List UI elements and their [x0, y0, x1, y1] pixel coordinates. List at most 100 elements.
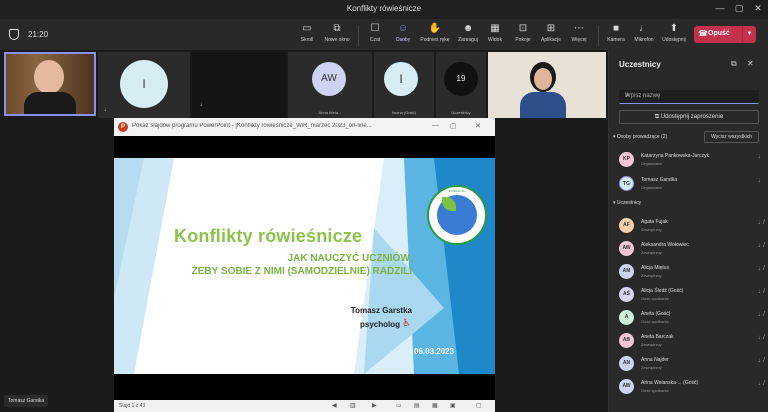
share-icon: ⬆	[669, 23, 679, 34]
prev-slide-icon[interactable]: ◀	[332, 402, 337, 409]
emoji-icon: ☻	[462, 23, 474, 34]
mic-off-icon: ♩̸	[758, 358, 764, 364]
hand-icon: ✋	[428, 23, 442, 34]
slide-letterbox-top	[114, 136, 495, 158]
close-icon[interactable]: ✕	[475, 122, 481, 130]
avatar: I	[120, 60, 168, 108]
participant-item[interactable]: AF Agata Fujak Zewnętrzny ♩̸	[619, 216, 764, 236]
participant-name: Anna Wela...	[318, 110, 342, 115]
close-panel-icon[interactable]: ✕	[747, 59, 754, 68]
ppt-window-title: Pokaz slajdów programu PowerPoint - [Kon…	[132, 123, 372, 129]
people-icon: ☺	[397, 23, 409, 34]
video-tile-participant-3[interactable]: AW Anna Wela...	[288, 52, 372, 118]
powerpoint-window[interactable]: P Pokaz slajdów programu PowerPoint - [K…	[114, 118, 495, 412]
presenter-view-icon[interactable]: ▣	[450, 402, 456, 409]
video-tile-participant-4[interactable]: I Iwona (Gość)	[374, 52, 434, 118]
minimize-icon[interactable]: —	[432, 122, 439, 129]
participant-item[interactable]: KP Katarzyna Pankowska-Jurczyk Organizat…	[619, 150, 764, 170]
presenter-name-tag: Tomasz Garstka	[4, 395, 49, 407]
attendees-section-header[interactable]: ▾ Uczestnicy	[613, 200, 641, 206]
leave-button[interactable]: ☎ Opuść ▼	[694, 26, 756, 43]
mute-all-button[interactable]: Wycisz wszystkich	[704, 131, 759, 143]
camera-icon: ■	[612, 23, 620, 34]
raise-hand-button[interactable]: ✋ Podnieś rękę	[418, 23, 452, 49]
mic-off-icon: ♩̸	[758, 243, 764, 249]
mic-off-icon: ♩̸	[758, 312, 764, 318]
avatar: AŚ	[619, 287, 634, 302]
reading-view-icon[interactable]: ▤	[414, 402, 420, 409]
toolbar-divider	[598, 26, 599, 46]
avatar: AW	[312, 62, 346, 96]
participant-search-input[interactable]: Wpisz nazwę ⌕	[619, 90, 759, 104]
slide-author: Tomasz Garstka	[350, 306, 412, 315]
camera-button[interactable]: ■ Kamera	[605, 23, 627, 49]
participant-item[interactable]: A Aneta (Gość) Gość spotkania ♩̸	[619, 308, 764, 328]
avatar: AN	[619, 356, 634, 371]
react-button[interactable]: ☻ Zareaguj	[455, 23, 481, 49]
slide-date: 06.03.2023	[414, 347, 455, 356]
mic-icon: ♩	[758, 154, 764, 160]
slide-sorter-icon[interactable]: ▥	[350, 402, 356, 409]
phone-icon: ☎	[698, 29, 708, 38]
mic-button[interactable]: ♩ Mikrofon	[632, 23, 656, 49]
chat-button[interactable]: ☐ Czat	[366, 23, 384, 49]
overflow-label: Uczestnicy	[451, 110, 471, 115]
apps-button[interactable]: ⊞ Aplikacje	[538, 23, 564, 49]
avatar: I	[384, 62, 418, 96]
view-button[interactable]: ▦ Widok	[485, 23, 505, 49]
panel-title: Uczestnicy	[619, 60, 661, 69]
mic-icon: ♩	[639, 23, 649, 34]
video-tile-participant-2[interactable]: ♩	[192, 52, 286, 118]
overflow-participants-tile[interactable]: 19 Uczestnicy	[436, 52, 486, 118]
slideshow-icon[interactable]: ▦	[432, 402, 438, 409]
mic-off-icon: ♩̸	[758, 220, 764, 226]
next-slide-icon[interactable]: ▶	[372, 402, 377, 409]
new-window-button[interactable]: ⧉ Nowe okno	[322, 23, 352, 49]
slide-subtitle: JAK NAUCZYĆ UCZNIÓW, ŻEBY SOBIE Z NIMI (…	[191, 253, 412, 277]
participant-name: Iwona (Gość)	[392, 110, 416, 115]
fit-slide-icon[interactable]: ▢	[476, 402, 482, 409]
meeting-toolbar: 21:20 ▭ Skroll ⧉ Nowe okno ☐ Czat ☺ Osob…	[0, 20, 768, 50]
minimize-button[interactable]: —	[712, 3, 728, 13]
participant-face	[534, 68, 552, 90]
mic-off-icon: ♩̸	[758, 381, 764, 387]
maximize-button[interactable]: ▢	[731, 3, 747, 14]
participant-body	[520, 92, 566, 118]
people-button[interactable]: ☺ Osoby	[392, 23, 414, 49]
mic-off-icon: ♩̸	[758, 289, 764, 295]
participant-item[interactable]: AB Aneta Barczak Zewnętrzny ♩̸	[619, 331, 764, 351]
wheelchair-icon: ♿	[402, 318, 411, 329]
scroll-button[interactable]: ▭ Skroll	[296, 23, 318, 49]
slide: FUNDACJA Konflikty rówieśnicze JAK NAUCZ…	[114, 158, 495, 374]
participant-item[interactable]: TG Tomasz Garstka Organizator ♩	[619, 174, 764, 194]
chat-icon: ☐	[370, 23, 380, 34]
avatar: AB	[619, 333, 634, 348]
share-invite-button[interactable]: ⧉ Udostępnij zaproszenie	[619, 110, 759, 124]
share-screen-button[interactable]: ⬆ Udostępnij	[660, 23, 688, 49]
rooms-button[interactable]: ⊡ Pokoje	[512, 23, 534, 49]
title-bar: Konflikty rówieśnicze — ▢ ✕	[0, 0, 768, 20]
maximize-icon[interactable]: ▢	[450, 122, 457, 130]
more-button[interactable]: ⋯ Więcej	[568, 23, 590, 49]
slide-letterbox-bottom	[114, 374, 495, 400]
slide-counter: Slajd 1 z 43	[119, 403, 146, 409]
ppt-status-bar: Slajd 1 z 43 ◀ ▥ ▶ ▭ ▤ ▦ ▣ ▢	[114, 400, 495, 412]
video-tile-participant-1[interactable]: I ♩	[98, 52, 190, 118]
apps-icon: ⊞	[546, 23, 556, 34]
avatar: TG	[619, 176, 634, 191]
close-window-button[interactable]: ✕	[750, 3, 766, 14]
mic-off-icon: ♩̸	[758, 335, 764, 341]
normal-view-icon[interactable]: ▭	[396, 402, 402, 409]
presenter-body	[24, 92, 76, 114]
video-tile-presenter[interactable]	[4, 52, 96, 116]
participant-item[interactable]: AW Anna Wełanska-... (Gość) Gość spotkan…	[619, 377, 764, 397]
participant-item[interactable]: AM Alicja Miętus Zewnętrzny ♩̸	[619, 262, 764, 282]
video-tile-participant-5[interactable]	[488, 52, 606, 118]
scroll-icon: ▭	[302, 23, 312, 34]
organizers-section-header[interactable]: ▾ Osoby prowadzące (2)	[613, 134, 667, 140]
participant-item[interactable]: AŚ Alicja Śledź (Gość) Gość spotkania ♩̸	[619, 285, 764, 305]
participant-item[interactable]: AN Anna Najder Zewnętrzny ♩̸	[619, 354, 764, 374]
participant-item[interactable]: AW Aleksandra Wołowiec Zewnętrzny ♩̸	[619, 239, 764, 259]
chevron-down-icon[interactable]: ▼	[742, 26, 756, 43]
popout-icon[interactable]: ⧉	[731, 59, 737, 69]
